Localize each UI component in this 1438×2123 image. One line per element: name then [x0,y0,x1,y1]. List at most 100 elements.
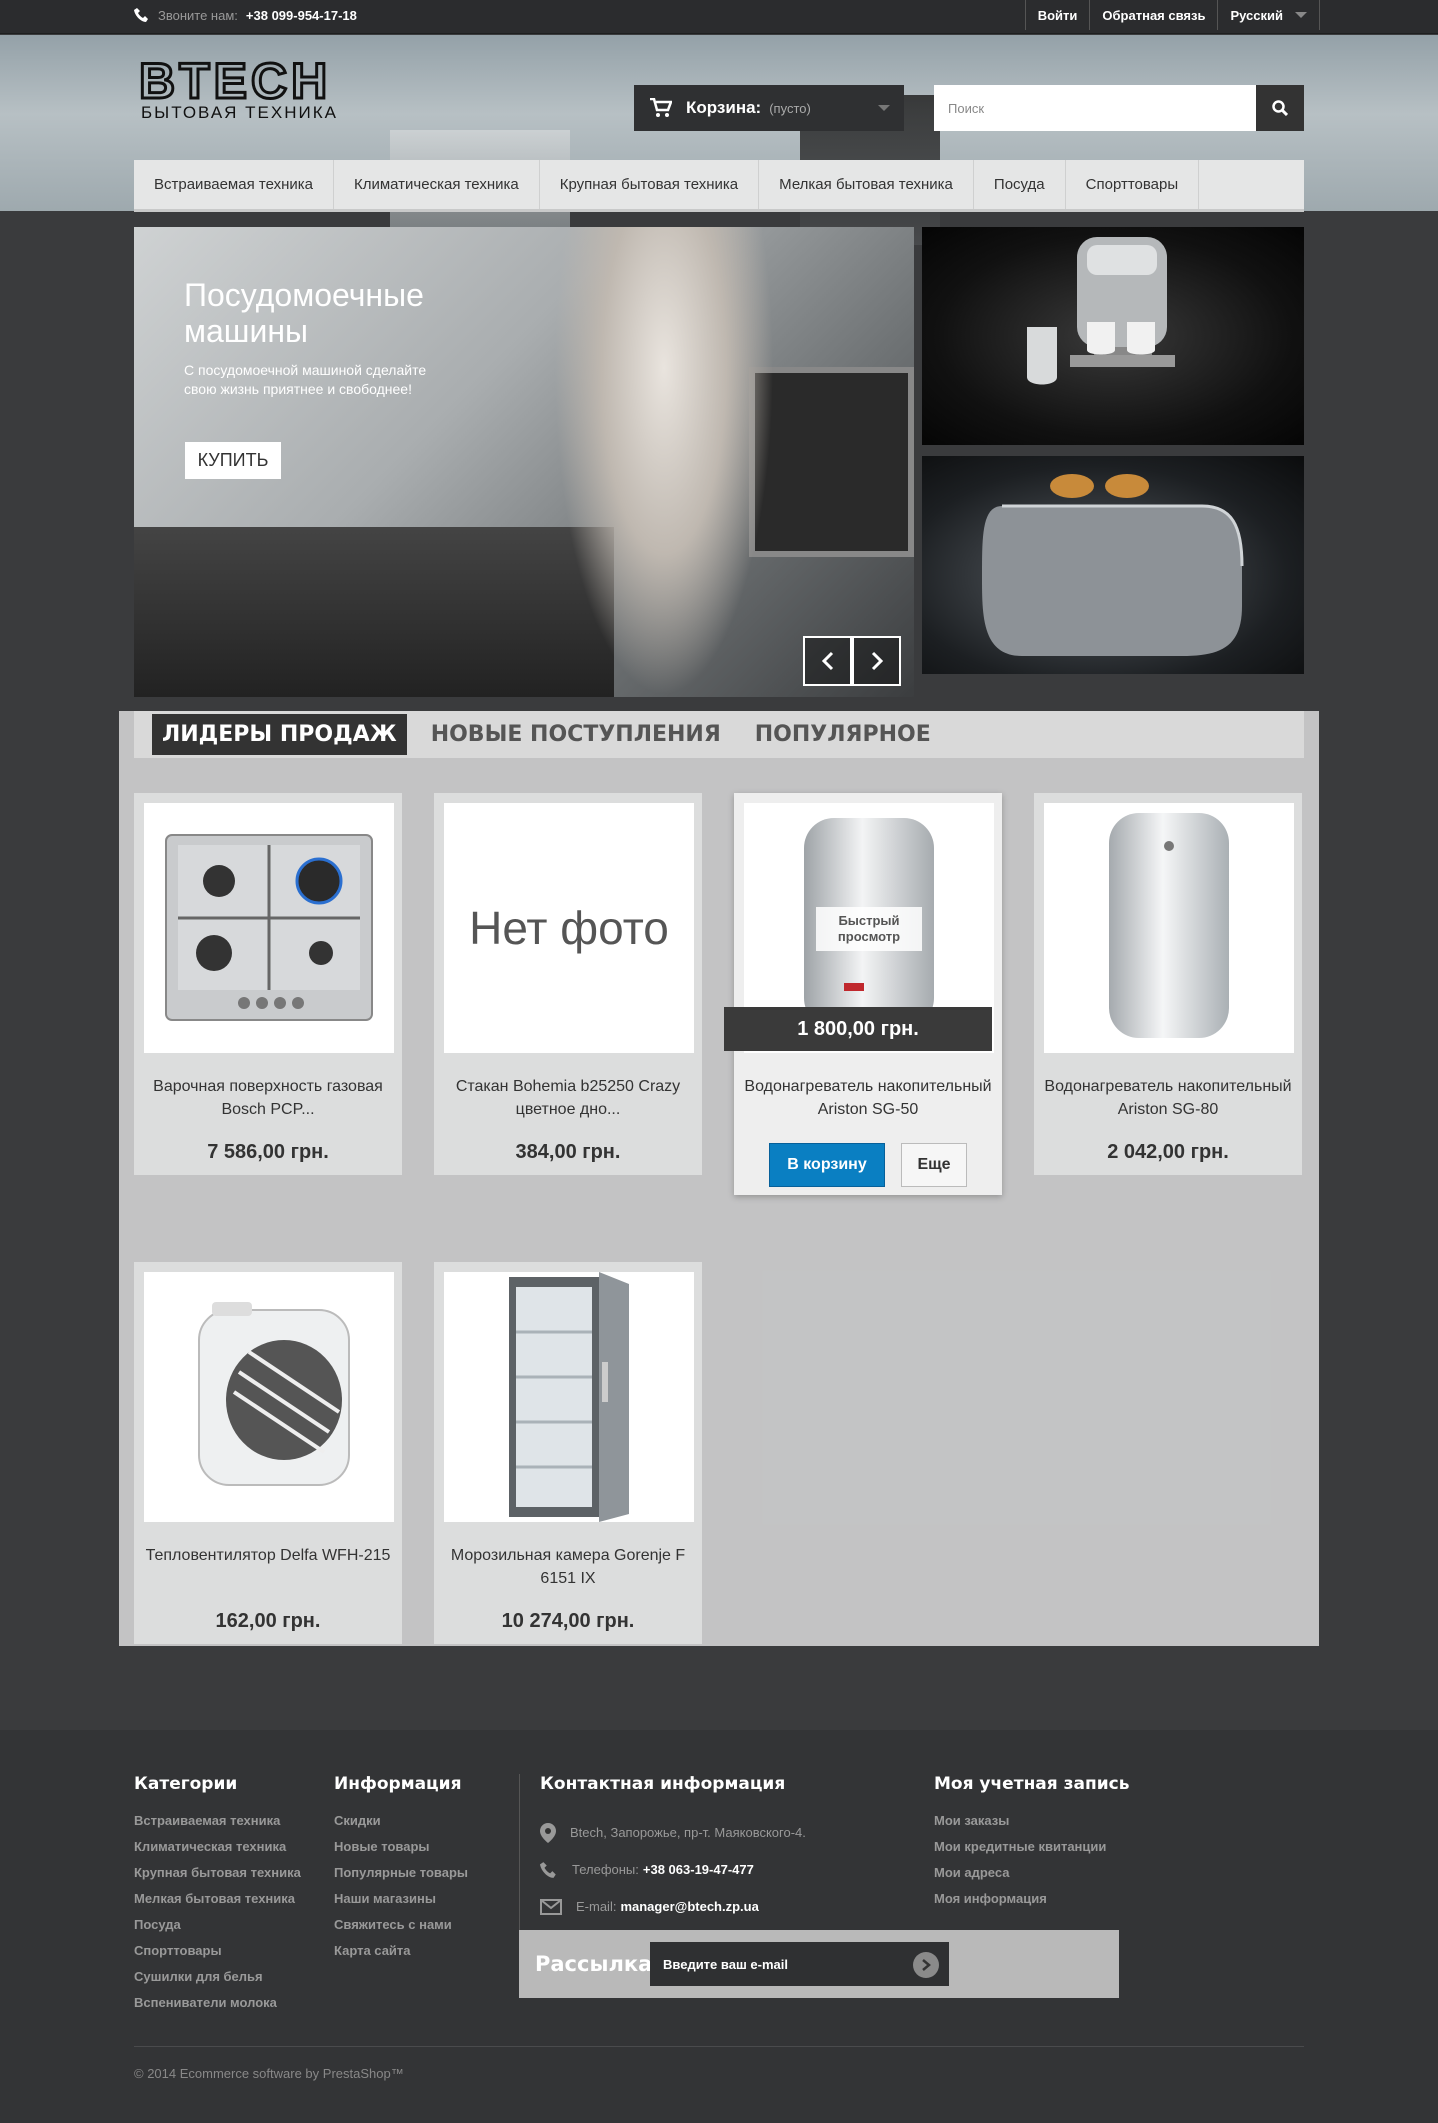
slide-buy-button[interactable]: КУПИТЬ [185,442,281,479]
chevron-down-icon [1295,12,1307,18]
slide-text: С посудомоечной машиной сделайте свою жи… [184,362,427,397]
newsletter-submit-button[interactable] [913,1952,939,1978]
footer-link[interactable]: Мелкая бытовая техника [134,1886,301,1912]
product-image-water-heater[interactable] [1044,803,1294,1053]
feedback-link[interactable]: Обратная связь [1089,0,1217,30]
product-image-fan-heater[interactable] [144,1272,394,1522]
search-icon [1272,100,1288,116]
footer-info: Информация Скидки Новые товары Популярны… [334,1774,468,1964]
footer-link[interactable]: Встраиваемая техника [134,1808,301,1834]
language-label: Русский [1230,7,1283,23]
product-name[interactable]: Морозильная камера Gorenje F 6151 IX [444,1544,692,1590]
product-card[interactable]: Водонагреватель накопительный Ariston SG… [1034,793,1302,1175]
nav-item-small-appliances[interactable]: Мелкая бытовая техника [759,160,974,209]
language-selector[interactable]: Русский [1217,0,1320,30]
search-button[interactable] [1256,85,1304,131]
nav-item-climate[interactable]: Климатическая техника [334,160,540,209]
footer-link[interactable]: Мои кредитные квитанции [934,1834,1129,1860]
address-text: Btech, Запорожье, пр-т. Маяковского-4. [570,1825,806,1840]
product-card[interactable]: Быстрый просмотр 1 800,00 грн. Водонагре… [724,793,1002,1195]
newsletter-placeholder: Введите ваш e-mail [663,1956,788,1972]
more-button[interactable]: Еще [901,1143,967,1187]
footer-link[interactable]: Моя информация [934,1886,1129,1912]
footer-link[interactable]: Мои заказы [934,1808,1129,1834]
footer-link[interactable]: Крупная бытовая техника [134,1860,301,1886]
slider-next-button[interactable] [852,636,901,686]
chevron-right-icon [922,1959,931,1971]
product-card[interactable]: Тепловентилятор Delfa WFH-215 162,00 грн… [134,1262,402,1644]
nav-item-sport[interactable]: Спорттовары [1066,160,1200,209]
site-logo[interactable]: BTECH БЫТОВАЯ ТЕХНИКА [137,52,481,124]
products-section: ЛИДЕРЫ ПРОДАЖ НОВЫЕ ПОСТУПЛЕНИЯ ПОПУЛЯРН… [119,711,1319,1646]
cart-button[interactable]: Корзина: (пусто) [634,85,904,131]
footer-phone-number[interactable]: +38 063-19-47-477 [643,1862,754,1877]
footer-link[interactable]: Свяжитесь с нами [334,1912,468,1938]
nav-item-large-appliances[interactable]: Крупная бытовая техника [540,160,760,209]
footer-link[interactable]: Скидки [334,1808,468,1834]
banner-coffee-machine[interactable] [922,227,1304,445]
product-name[interactable]: Стакан Bohemia b25250 Crazy цветное дно.… [444,1075,692,1121]
main-nav: Встраиваемая техника Климатическая техни… [134,160,1304,212]
logo-text: BTECH [139,58,331,109]
product-name[interactable]: Водонагреватель накопительный Ariston SG… [744,1075,992,1121]
phone-number[interactable]: +38 099-954-17-18 [246,8,357,23]
tab-bestsellers[interactable]: ЛИДЕРЫ ПРОДАЖ [152,714,407,755]
footer-info-title: Информация [334,1774,462,1794]
product-image-freezer[interactable] [444,1272,694,1522]
top-bar: Звоните нам: +38 099-954-17-18 Войти Обр… [0,0,1438,34]
footer-account: Моя учетная запись Мои заказы Мои кредит… [934,1774,1129,1912]
product-actions: В корзину Еще [744,1143,992,1187]
footer-categories-title: Категории [134,1774,238,1794]
nav-item-dishes[interactable]: Посуда [974,160,1066,209]
hero-slider: Посудомоечные машины С посудомоечной маш… [134,227,914,697]
footer-link[interactable]: Сушилки для белья [134,1964,301,1990]
slide-image-person [554,227,774,697]
footer-link[interactable]: Карта сайта [334,1938,468,1964]
product-price: 10 274,00 грн. [501,1610,635,1632]
footer-link[interactable]: Спорттовары [134,1938,301,1964]
footer-link[interactable]: Климатическая техника [134,1834,301,1860]
phone-label: Звоните нам: [158,7,238,23]
product-card[interactable]: Нет фото Стакан Bohemia b25250 Crazy цве… [434,793,702,1175]
search-bar [934,85,1304,131]
footer-link[interactable]: Посуда [134,1912,301,1938]
tab-popular[interactable]: ПОПУЛЯРНОЕ [745,714,941,755]
product-hover-price: 1 800,00 грн. [724,1007,992,1051]
footer-divider [134,2046,1304,2047]
add-to-cart-button[interactable]: В корзину [769,1143,885,1187]
footer-link[interactable]: Вспениватели молока [134,1990,301,2016]
newsletter-title: Рассылка [535,1952,653,1976]
product-price: 162,00 грн. [215,1610,321,1632]
product-price: 2 042,00 грн. [1107,1141,1229,1163]
map-marker-icon [540,1822,556,1843]
slider-prev-button[interactable] [803,636,852,686]
search-input[interactable] [934,85,1256,131]
quick-view-button[interactable]: Быстрый просмотр [816,907,922,951]
top-links: Войти Обратная связь Русский [1024,0,1320,30]
newsletter-email-input[interactable]: Введите ваш e-mail [650,1942,949,1986]
footer-link[interactable]: Новые товары [334,1834,468,1860]
phone-icon [540,1861,556,1878]
phone-label: Телефоны: [572,1862,639,1877]
product-card[interactable]: Морозильная камера Gorenje F 6151 IX 10 … [434,1262,702,1644]
tab-new-arrivals[interactable]: НОВЫЕ ПОСТУПЛЕНИЯ [421,714,731,755]
nav-item-built-in[interactable]: Встраиваемая техника [134,160,334,209]
product-name[interactable]: Варочная поверхность газовая Bosch PCP..… [144,1075,392,1121]
login-link[interactable]: Войти [1024,0,1090,30]
newsletter-block: Рассылка Введите ваш e-mail [519,1930,1119,1998]
footer-link[interactable]: Наши магазины [334,1886,468,1912]
chevron-right-icon [871,651,883,671]
footer-categories: Категории Встраиваемая техника Климатиче… [134,1774,301,2016]
footer: Категории Встраиваемая техника Климатиче… [0,1730,1438,2123]
phone-info: Звоните нам: +38 099-954-17-18 [134,0,357,30]
product-name[interactable]: Водонагреватель накопительный Ariston SG… [1044,1075,1292,1121]
footer-link[interactable]: Популярные товары [334,1860,468,1886]
product-card[interactable]: Варочная поверхность газовая Bosch PCP..… [134,793,402,1175]
product-image-no-photo[interactable]: Нет фото [444,803,694,1053]
product-name[interactable]: Тепловентилятор Delfa WFH-215 [144,1544,392,1590]
cart-icon [650,98,672,117]
product-image-gas-hob[interactable] [144,803,394,1053]
banner-toaster[interactable] [922,456,1304,674]
footer-email[interactable]: manager@btech.zp.ua [620,1899,758,1914]
footer-link[interactable]: Мои адреса [934,1860,1129,1886]
